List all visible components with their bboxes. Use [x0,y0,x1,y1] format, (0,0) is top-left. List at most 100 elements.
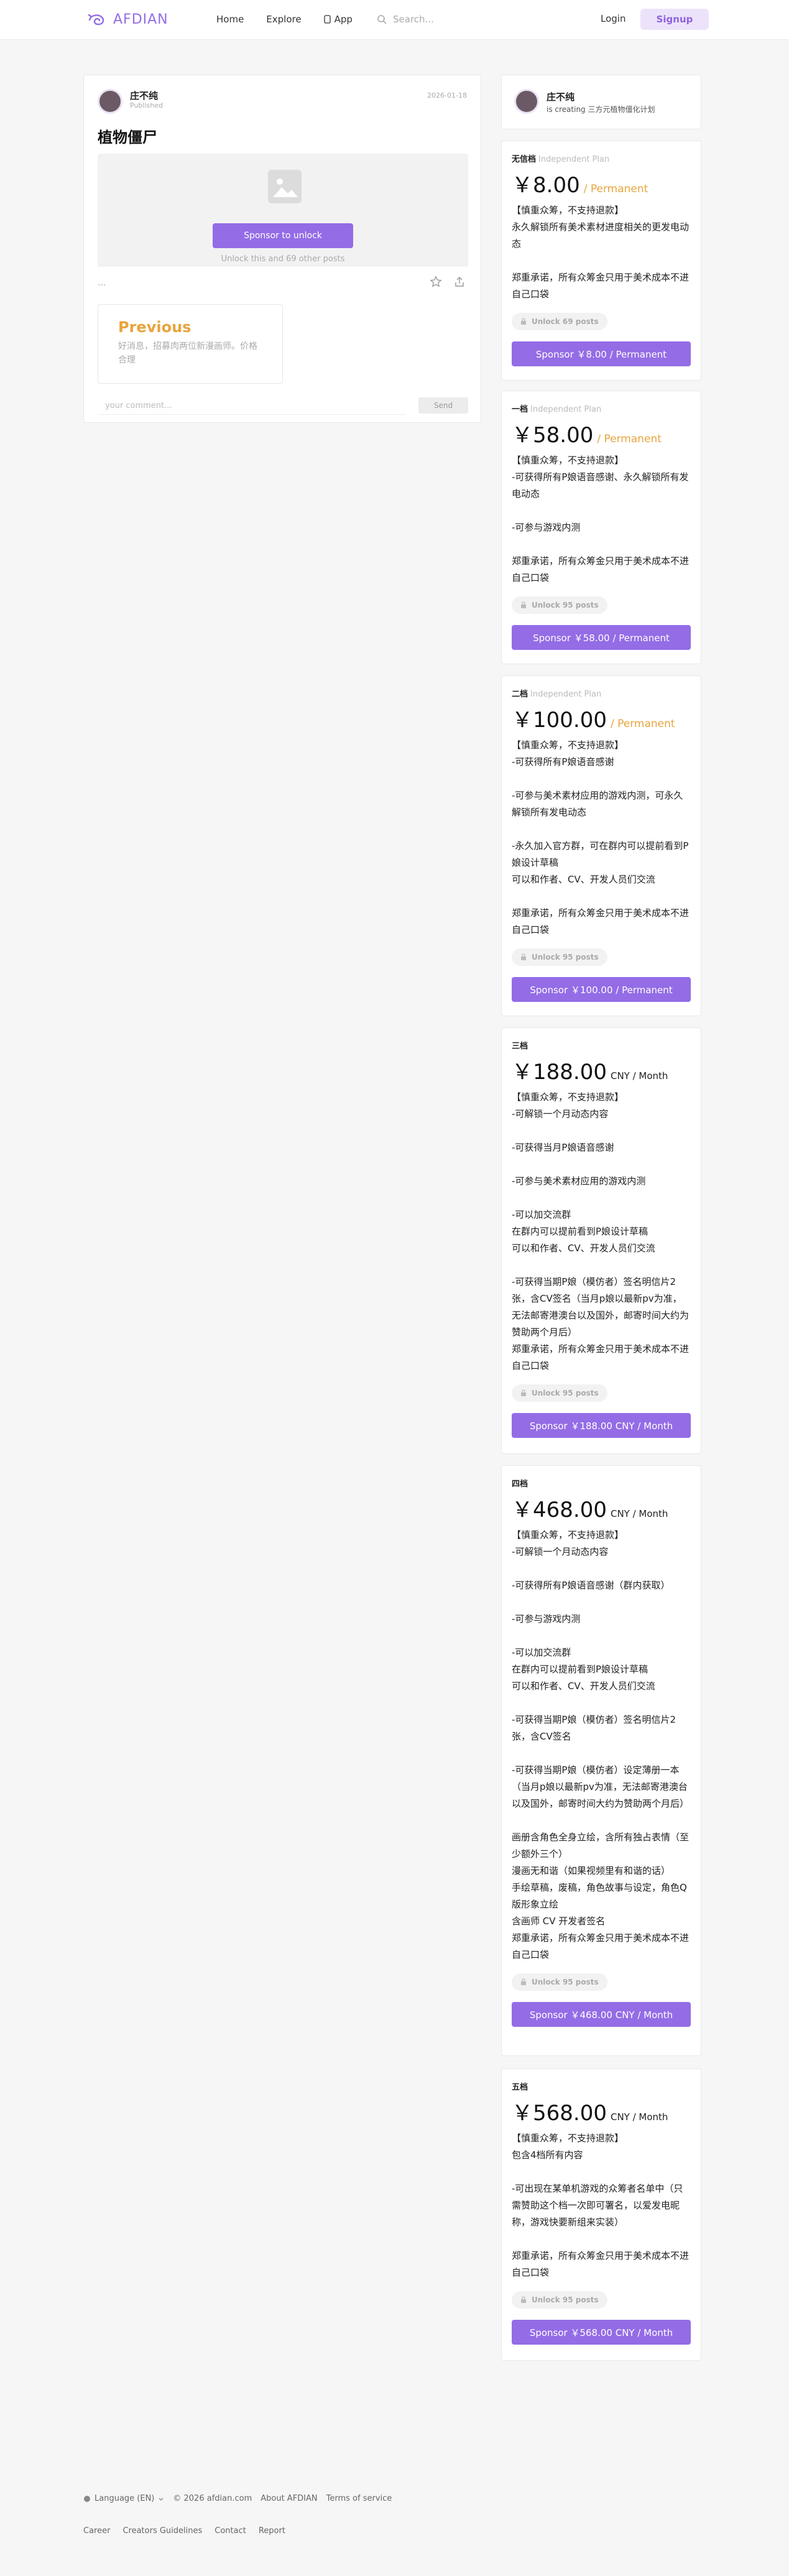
author-name[interactable]: 庄不纯 [130,89,158,102]
price-value: ￥188.00 [512,1060,607,1085]
language-label: Language (EN) [95,2494,155,2503]
plan-price: ￥188.00 CNY / Month [512,1055,691,1085]
plan-name: 五档 [512,2083,528,2092]
nav-app-label: App [334,14,353,25]
creator-subtitle: is creating 三方元植物僵化计划 [547,105,655,114]
post-title: 植物僵尸 [98,129,157,146]
lock-icon [521,2296,526,2303]
plan-name: 四档 [512,1480,528,1489]
unlock-posts-badge: Unlock 95 posts [512,2291,607,2309]
price-value: ￥568.00 [512,2101,607,2126]
price-unit: / Permanent [597,433,662,445]
plan-type: Independent Plan [538,155,610,164]
plan-description: 【慎重众筹，不支持退款】 -可解锁一个月动态内容 -可获得当月P娘语音感谢 -可… [512,1091,690,1371]
plan-header: 五档 [512,2080,691,2092]
plan-header: 三档 [512,1039,691,1051]
share-icon[interactable] [453,276,466,288]
price-unit: CNY / Month [610,1508,668,1519]
chevron-down-icon [159,2498,164,2501]
sponsor-button[interactable]: Sponsor ￥58.00 / Permanent [512,625,691,650]
unlock-posts-label: Unlock 95 posts [532,1978,599,1986]
footer-row: Language (EN) © 2026 afdian.com About AF… [83,2494,392,2503]
price-unit: / Permanent [610,718,675,730]
price-unit: CNY / Month [610,2111,668,2123]
contact-link[interactable]: Contact [215,2526,246,2536]
image-placeholder-icon [268,170,302,203]
sponsor-button[interactable]: Sponsor ￥8.00 / Permanent [512,341,691,366]
login-link[interactable]: Login [601,13,625,24]
plan-header: 二档 Independent Plan [512,687,691,699]
guidelines-link[interactable]: Creators Guidelines [122,2526,202,2536]
nav-home[interactable]: Home [216,14,244,25]
creator-card: 庄不纯 is creating 三方元植物僵化计划 [501,75,701,129]
previous-post-card[interactable]: Previous 好消息，招募肉两位新漫画师。价格合理 [98,304,283,384]
sponsor-button[interactable]: Sponsor ￥568.00 CNY / Month [512,2320,691,2345]
plan-price: ￥100.00/ Permanent [512,703,691,733]
plan-description: 【慎重众筹，不支持退款】 -可获得所有P娘语音感谢、永久解锁所有发电动态 -可参… [512,455,690,583]
unlock-posts-badge: Unlock 95 posts [512,948,607,966]
report-link[interactable]: Report [259,2526,285,2536]
price-value: ￥468.00 [512,1498,607,1522]
plan-name: 二档 [512,690,528,699]
plan-card: 二档 Independent Plan ￥100.00/ Permanent 【慎… [501,675,701,1016]
more-dots[interactable]: ... [98,278,106,288]
star-icon[interactable] [430,276,442,288]
sponsor-button[interactable]: Sponsor ￥100.00 / Permanent [512,977,691,1002]
plan-description: 【慎重众筹，不支持退款】 包含4档所有内容 -可出现在某单机游戏的众筹者名单中（… [512,2133,690,2278]
language-selector[interactable]: Language (EN) [83,2494,164,2503]
lock-icon [521,1389,526,1396]
plan-description: 【慎重众筹，不支持退款】 -可解锁一个月动态内容 -可获得所有P娘语音感谢（群内… [512,1529,690,1960]
plan-name: 一档 [512,405,528,414]
plan-card: 无信档 Independent Plan ￥8.00/ Permanent 【慎重… [501,141,701,381]
unlock-posts-label: Unlock 69 posts [532,317,599,326]
search-icon [377,15,387,24]
comment-input[interactable]: your comment... [98,396,406,415]
search-box[interactable]: Search... [377,14,434,25]
unlock-posts-label: Unlock 95 posts [532,601,599,609]
plan-header: 一档 Independent Plan [512,402,691,414]
afdian-logo-icon [88,14,104,25]
post-card: 庄不纯 Published 2026-01-18 植物僵尸 Sponsor to… [83,75,481,423]
plan-price: ￥468.00 CNY / Month [512,1493,691,1523]
previous-label: Previous [118,318,191,336]
signup-button[interactable]: Signup [640,9,709,30]
footer-row: Career Creators Guidelines Contact Repor… [83,2526,285,2536]
plan-description: 【慎重众筹，不支持退款】 永久解锁所有美术素材进度相关的更发电动态 郑重承诺，所… [512,205,690,300]
terms-link[interactable]: Terms of service [326,2494,392,2503]
plan-type: Independent Plan [530,690,602,699]
plan-price: ￥58.00/ Permanent [512,418,691,448]
plan-card: 五档 ￥568.00 CNY / Month 【慎重众筹，不支持退款】 包含4档所… [501,2069,701,2361]
unlock-posts-label: Unlock 95 posts [532,2296,599,2304]
lock-icon [521,318,526,325]
author-avatar[interactable] [98,89,122,114]
unlock-posts-label: Unlock 95 posts [532,1389,599,1397]
creator-avatar[interactable] [514,89,539,114]
lock-icon [521,601,526,608]
creator-name[interactable]: 庄不纯 [547,90,574,103]
plan-name: 无信档 [512,155,537,164]
unlock-posts-badge: Unlock 95 posts [512,596,607,614]
copyright: © 2026 afdian.com [173,2494,252,2503]
top-header: AFDIAN Home Explore App Search... Login … [0,0,789,40]
unlock-posts-badge: Unlock 95 posts [512,1973,607,1991]
plan-price: ￥568.00 CNY / Month [512,2096,691,2126]
nav-explore[interactable]: Explore [266,14,301,25]
sponsor-to-unlock-button[interactable]: Sponsor to unlock [213,223,353,248]
price-value: ￥100.00 [512,708,607,733]
post-date: 2026-01-18 [427,91,467,100]
sponsor-button[interactable]: Sponsor ￥468.00 CNY / Month [512,2002,691,2027]
lock-icon [521,1978,526,1985]
send-button[interactable]: Send [418,397,468,414]
plan-type: Independent Plan [530,405,602,414]
nav-app[interactable]: App [323,14,375,25]
logo[interactable]: AFDIAN [87,11,168,27]
phone-icon [323,15,331,24]
unlock-posts-badge: Unlock 95 posts [512,1384,607,1402]
plan-name: 三档 [512,1042,528,1051]
plan-header: 无信档 Independent Plan [512,152,691,164]
plan-header: 四档 [512,1477,691,1489]
sponsor-button[interactable]: Sponsor ￥188.00 CNY / Month [512,1413,691,1438]
career-link[interactable]: Career [83,2526,110,2536]
previous-post-text: 好消息，招募肉两位新漫画师。价格合理 [118,341,257,365]
about-link[interactable]: About AFDIAN [261,2494,317,2503]
